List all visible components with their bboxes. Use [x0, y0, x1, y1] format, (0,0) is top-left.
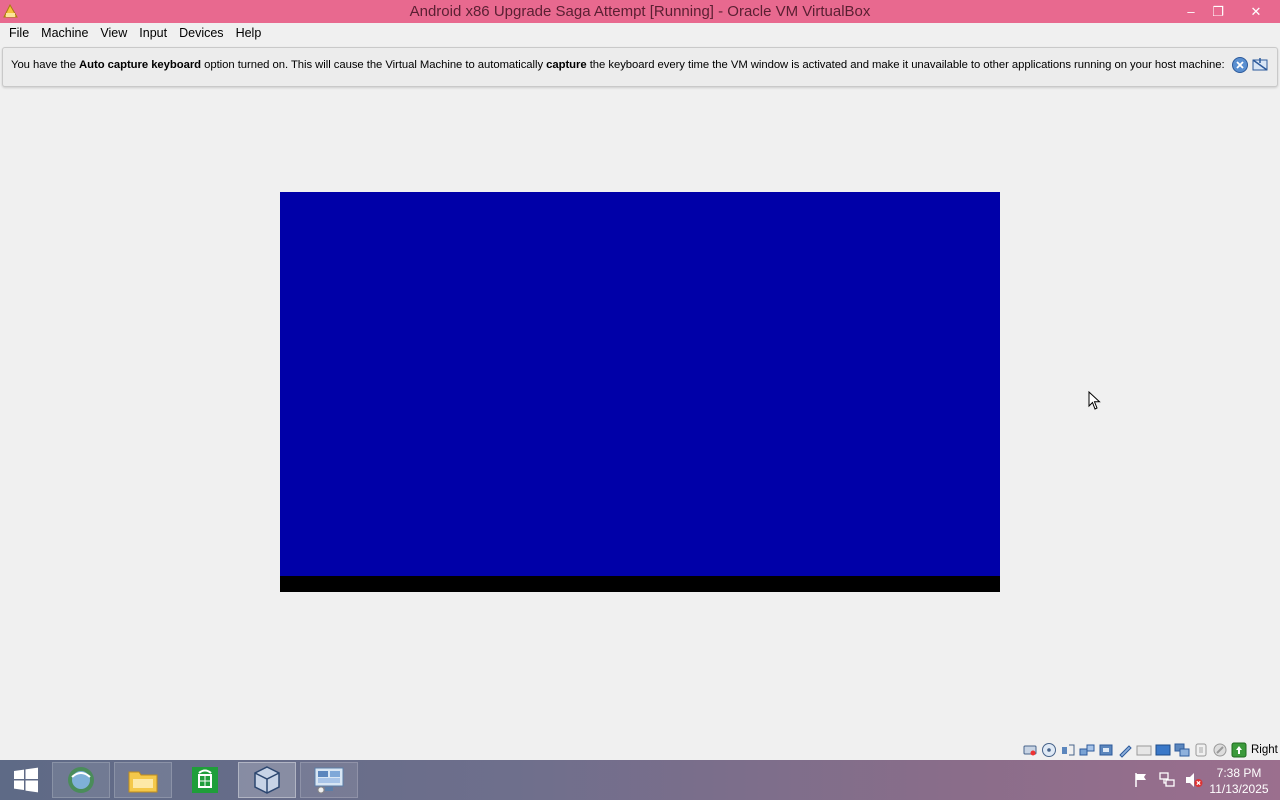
mouse-integration-icon[interactable] [1193, 742, 1209, 758]
menu-view[interactable]: View [94, 23, 133, 44]
display-icon[interactable] [1136, 742, 1152, 758]
close-notification-icon[interactable] [1231, 56, 1249, 74]
menu-machine[interactable]: Machine [35, 23, 94, 44]
host-key-icon[interactable] [1231, 742, 1247, 758]
optical-drive-icon[interactable] [1041, 742, 1057, 758]
taskbar-file-explorer[interactable] [114, 762, 172, 798]
host-key-label: Right Ctrl [1251, 744, 1280, 756]
vm-display[interactable] [280, 192, 1000, 592]
network-icon[interactable] [1158, 771, 1176, 789]
menu-file[interactable]: File [3, 23, 35, 44]
do-not-show-again-icon[interactable] [1251, 56, 1269, 74]
maximize-button[interactable]: ❐ [1205, 0, 1231, 23]
system-tray [1128, 760, 1208, 800]
clock-date: 11/13/2025 [1209, 782, 1269, 796]
virtualization-icon[interactable] [1174, 742, 1190, 758]
volume-muted-icon[interactable] [1184, 771, 1204, 789]
usb-icon[interactable] [1098, 742, 1114, 758]
shared-folders-icon[interactable] [1117, 742, 1133, 758]
notification-text-2: option turned on. This will cause the Vi… [201, 59, 547, 71]
menu-devices[interactable]: Devices [173, 23, 229, 44]
start-icon [14, 767, 38, 793]
menu-bar: File Machine View Input Devices Help [0, 23, 1280, 44]
clock[interactable]: 7:38 PM 11/13/2025 [1204, 765, 1274, 797]
menu-help[interactable]: Help [230, 23, 268, 44]
notification-message: You have the Auto capture keyboard optio… [11, 59, 1225, 71]
network-icon[interactable] [1079, 742, 1095, 758]
browser-icon [68, 767, 94, 793]
taskbar-virtualbox[interactable] [238, 762, 296, 798]
auto-capture-notification: You have the Auto capture keyboard optio… [2, 47, 1278, 87]
remote-desktop-icon [314, 767, 344, 794]
minimize-button[interactable]: – [1178, 0, 1204, 23]
taskbar: 7:38 PM 11/13/2025 [0, 760, 1280, 800]
audio-icon[interactable] [1060, 742, 1076, 758]
clock-time: 7:38 PM [1216, 766, 1262, 780]
keyboard-capture-icon[interactable] [1212, 742, 1228, 758]
mouse-cursor-icon [1088, 391, 1101, 410]
hard-disk-icon[interactable] [1022, 742, 1038, 758]
close-button[interactable]: ✕ [1232, 0, 1280, 23]
notification-bold-1: Auto capture keyboard [79, 59, 202, 71]
recording-icon[interactable] [1155, 742, 1171, 758]
status-bar: Right Ctrl [1022, 740, 1280, 760]
window-title: Android x86 Upgrade Saga Attempt [Runnin… [409, 3, 871, 20]
start-button[interactable] [6, 760, 46, 800]
store-icon [192, 767, 218, 793]
vm-screen[interactable] [280, 192, 1000, 576]
virtualbox-icon [254, 766, 280, 794]
action-center-flag-icon[interactable] [1132, 771, 1150, 789]
notification-text-1: You have the [11, 59, 80, 71]
file-explorer-icon [128, 771, 158, 793]
menu-input[interactable]: Input [133, 23, 173, 44]
taskbar-remote-desktop[interactable] [300, 762, 358, 798]
notification-bold-2: capture [546, 59, 587, 71]
taskbar-store[interactable] [176, 762, 234, 798]
title-bar[interactable]: Android x86 Upgrade Saga Attempt [Runnin… [0, 0, 1280, 23]
notification-text-3: the keyboard every time the VM window is… [586, 59, 1225, 71]
taskbar-browser[interactable] [52, 762, 110, 798]
